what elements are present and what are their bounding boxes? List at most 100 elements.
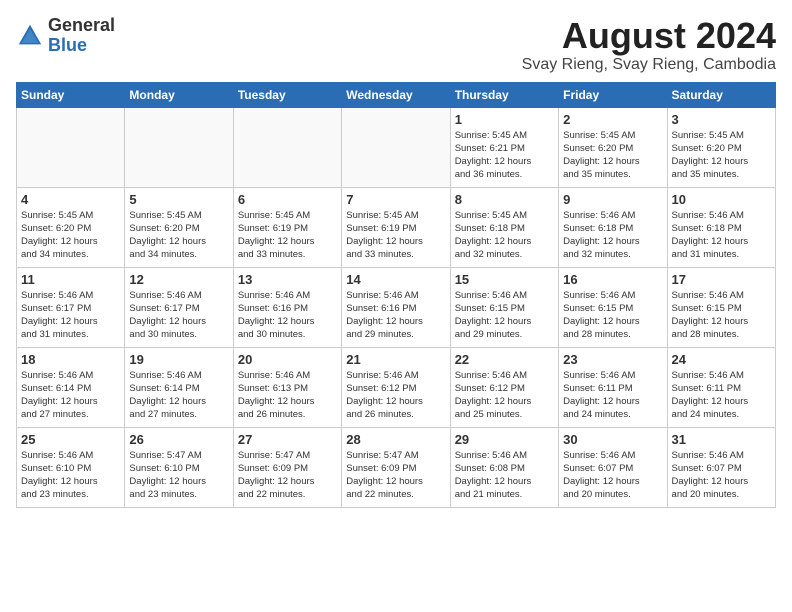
day-info: Sunrise: 5:45 AM Sunset: 6:20 PM Dayligh…: [672, 129, 771, 182]
day-info: Sunrise: 5:46 AM Sunset: 6:17 PM Dayligh…: [129, 289, 228, 342]
weekday-header-wednesday: Wednesday: [342, 82, 450, 107]
day-number: 26: [129, 432, 228, 447]
day-number: 28: [346, 432, 445, 447]
day-number: 4: [21, 192, 120, 207]
calendar-week-row: 18Sunrise: 5:46 AM Sunset: 6:14 PM Dayli…: [17, 347, 776, 427]
day-info: Sunrise: 5:46 AM Sunset: 6:07 PM Dayligh…: [563, 449, 662, 502]
calendar-day-cell: 19 Sunrise: 5:46 AM Sunset: 6:14 PM Dayli…: [125, 347, 233, 427]
calendar-day-cell: 21 Sunrise: 5:46 AM Sunset: 6:12 PM Dayli…: [342, 347, 450, 427]
day-info: Sunrise: 5:45 AM Sunset: 6:20 PM Dayligh…: [21, 209, 120, 262]
day-info: Sunrise: 5:46 AM Sunset: 6:12 PM Dayligh…: [455, 369, 554, 422]
day-number: 5: [129, 192, 228, 207]
calendar-day-cell: 29 Sunrise: 5:46 AM Sunset: 6:08 PM Dayli…: [450, 427, 558, 507]
calendar-day-cell: 23 Sunrise: 5:46 AM Sunset: 6:11 PM Dayli…: [559, 347, 667, 427]
day-info: Sunrise: 5:46 AM Sunset: 6:16 PM Dayligh…: [346, 289, 445, 342]
day-number: 25: [21, 432, 120, 447]
empty-cell: [17, 107, 125, 187]
calendar-day-cell: 17 Sunrise: 5:46 AM Sunset: 6:15 PM Dayli…: [667, 267, 775, 347]
calendar-day-cell: 10 Sunrise: 5:46 AM Sunset: 6:18 PM Dayli…: [667, 187, 775, 267]
day-info: Sunrise: 5:47 AM Sunset: 6:09 PM Dayligh…: [238, 449, 337, 502]
title-area: August 2024 Svay Rieng, Svay Rieng, Camb…: [522, 16, 776, 74]
calendar-day-cell: 25 Sunrise: 5:46 AM Sunset: 6:10 PM Dayli…: [17, 427, 125, 507]
weekday-header-friday: Friday: [559, 82, 667, 107]
calendar-week-row: 11 Sunrise: 5:46 AM Sunset: 6:17 PM Dayli…: [17, 267, 776, 347]
calendar-day-cell: 1 Sunrise: 5:45 AM Sunset: 6:21 PM Daylig…: [450, 107, 558, 187]
calendar-day-cell: 18Sunrise: 5:46 AM Sunset: 6:14 PM Dayli…: [17, 347, 125, 427]
logo-blue-text: Blue: [48, 36, 115, 56]
calendar-day-cell: 15 Sunrise: 5:46 AM Sunset: 6:15 PM Dayli…: [450, 267, 558, 347]
weekday-header-tuesday: Tuesday: [233, 82, 341, 107]
day-info: Sunrise: 5:45 AM Sunset: 6:20 PM Dayligh…: [129, 209, 228, 262]
day-number: 6: [238, 192, 337, 207]
day-number: 30: [563, 432, 662, 447]
day-number: 9: [563, 192, 662, 207]
empty-cell: [233, 107, 341, 187]
weekday-header-sunday: Sunday: [17, 82, 125, 107]
day-number: 23: [563, 352, 662, 367]
day-number: 17: [672, 272, 771, 287]
calendar-day-cell: 27 Sunrise: 5:47 AM Sunset: 6:09 PM Dayli…: [233, 427, 341, 507]
calendar-day-cell: 22 Sunrise: 5:46 AM Sunset: 6:12 PM Dayli…: [450, 347, 558, 427]
empty-cell: [125, 107, 233, 187]
day-number: 11: [21, 272, 120, 287]
day-info: Sunrise: 5:46 AM Sunset: 6:08 PM Dayligh…: [455, 449, 554, 502]
day-info: Sunrise: 5:46 AM Sunset: 6:13 PM Dayligh…: [238, 369, 337, 422]
calendar-day-cell: 13 Sunrise: 5:46 AM Sunset: 6:16 PM Dayli…: [233, 267, 341, 347]
calendar-day-cell: 7Sunrise: 5:45 AM Sunset: 6:19 PM Daylig…: [342, 187, 450, 267]
calendar-day-cell: 16 Sunrise: 5:46 AM Sunset: 6:15 PM Dayli…: [559, 267, 667, 347]
day-info: Sunrise: 5:46 AM Sunset: 6:15 PM Dayligh…: [455, 289, 554, 342]
weekday-header-thursday: Thursday: [450, 82, 558, 107]
day-number: 12: [129, 272, 228, 287]
day-info: Sunrise: 5:46 AM Sunset: 6:14 PM Dayligh…: [21, 369, 120, 422]
weekday-header-saturday: Saturday: [667, 82, 775, 107]
day-info: Sunrise: 5:46 AM Sunset: 6:07 PM Dayligh…: [672, 449, 771, 502]
day-info: Sunrise: 5:46 AM Sunset: 6:18 PM Dayligh…: [563, 209, 662, 262]
day-info: Sunrise: 5:46 AM Sunset: 6:17 PM Dayligh…: [21, 289, 120, 342]
calendar-week-row: 25 Sunrise: 5:46 AM Sunset: 6:10 PM Dayli…: [17, 427, 776, 507]
calendar-week-row: 1 Sunrise: 5:45 AM Sunset: 6:21 PM Daylig…: [17, 107, 776, 187]
day-number: 20: [238, 352, 337, 367]
day-info: Sunrise: 5:46 AM Sunset: 6:18 PM Dayligh…: [672, 209, 771, 262]
day-number: 31: [672, 432, 771, 447]
day-info: Sunrise: 5:46 AM Sunset: 6:16 PM Dayligh…: [238, 289, 337, 342]
day-info: Sunrise: 5:46 AM Sunset: 6:10 PM Dayligh…: [21, 449, 120, 502]
day-info: Sunrise: 5:46 AM Sunset: 6:15 PM Dayligh…: [563, 289, 662, 342]
logo: General Blue: [16, 16, 115, 56]
calendar-day-cell: 20 Sunrise: 5:46 AM Sunset: 6:13 PM Dayli…: [233, 347, 341, 427]
calendar-day-cell: 4 Sunrise: 5:45 AM Sunset: 6:20 PM Daylig…: [17, 187, 125, 267]
day-number: 15: [455, 272, 554, 287]
day-info: Sunrise: 5:45 AM Sunset: 6:19 PM Dayligh…: [238, 209, 337, 262]
calendar-day-cell: 12 Sunrise: 5:46 AM Sunset: 6:17 PM Dayli…: [125, 267, 233, 347]
day-info: Sunrise: 5:46 AM Sunset: 6:11 PM Dayligh…: [563, 369, 662, 422]
day-info: Sunrise: 5:46 AM Sunset: 6:11 PM Dayligh…: [672, 369, 771, 422]
day-number: 16: [563, 272, 662, 287]
page-header: General Blue August 2024 Svay Rieng, Sva…: [16, 16, 776, 74]
day-number: 13: [238, 272, 337, 287]
day-number: 29: [455, 432, 554, 447]
day-number: 19: [129, 352, 228, 367]
day-info: Sunrise: 5:47 AM Sunset: 6:09 PM Dayligh…: [346, 449, 445, 502]
day-number: 21: [346, 352, 445, 367]
calendar-day-cell: 30 Sunrise: 5:46 AM Sunset: 6:07 PM Dayli…: [559, 427, 667, 507]
calendar-day-cell: 8Sunrise: 5:45 AM Sunset: 6:18 PM Daylig…: [450, 187, 558, 267]
day-info: Sunrise: 5:46 AM Sunset: 6:12 PM Dayligh…: [346, 369, 445, 422]
day-number: 14: [346, 272, 445, 287]
day-info: Sunrise: 5:46 AM Sunset: 6:15 PM Dayligh…: [672, 289, 771, 342]
weekday-header-row: SundayMondayTuesdayWednesdayThursdayFrid…: [17, 82, 776, 107]
day-number: 22: [455, 352, 554, 367]
day-number: 2: [563, 112, 662, 127]
location-subtitle: Svay Rieng, Svay Rieng, Cambodia: [522, 56, 776, 74]
weekday-header-monday: Monday: [125, 82, 233, 107]
day-info: Sunrise: 5:46 AM Sunset: 6:14 PM Dayligh…: [129, 369, 228, 422]
calendar-day-cell: 31 Sunrise: 5:46 AM Sunset: 6:07 PM Dayli…: [667, 427, 775, 507]
calendar-day-cell: 6 Sunrise: 5:45 AM Sunset: 6:19 PM Daylig…: [233, 187, 341, 267]
calendar-day-cell: 28 Sunrise: 5:47 AM Sunset: 6:09 PM Dayli…: [342, 427, 450, 507]
day-info: Sunrise: 5:47 AM Sunset: 6:10 PM Dayligh…: [129, 449, 228, 502]
day-number: 27: [238, 432, 337, 447]
day-number: 10: [672, 192, 771, 207]
day-info: Sunrise: 5:45 AM Sunset: 6:21 PM Dayligh…: [455, 129, 554, 182]
day-number: 3: [672, 112, 771, 127]
logo-icon: [16, 22, 44, 50]
calendar-week-row: 4 Sunrise: 5:45 AM Sunset: 6:20 PM Daylig…: [17, 187, 776, 267]
day-number: 1: [455, 112, 554, 127]
